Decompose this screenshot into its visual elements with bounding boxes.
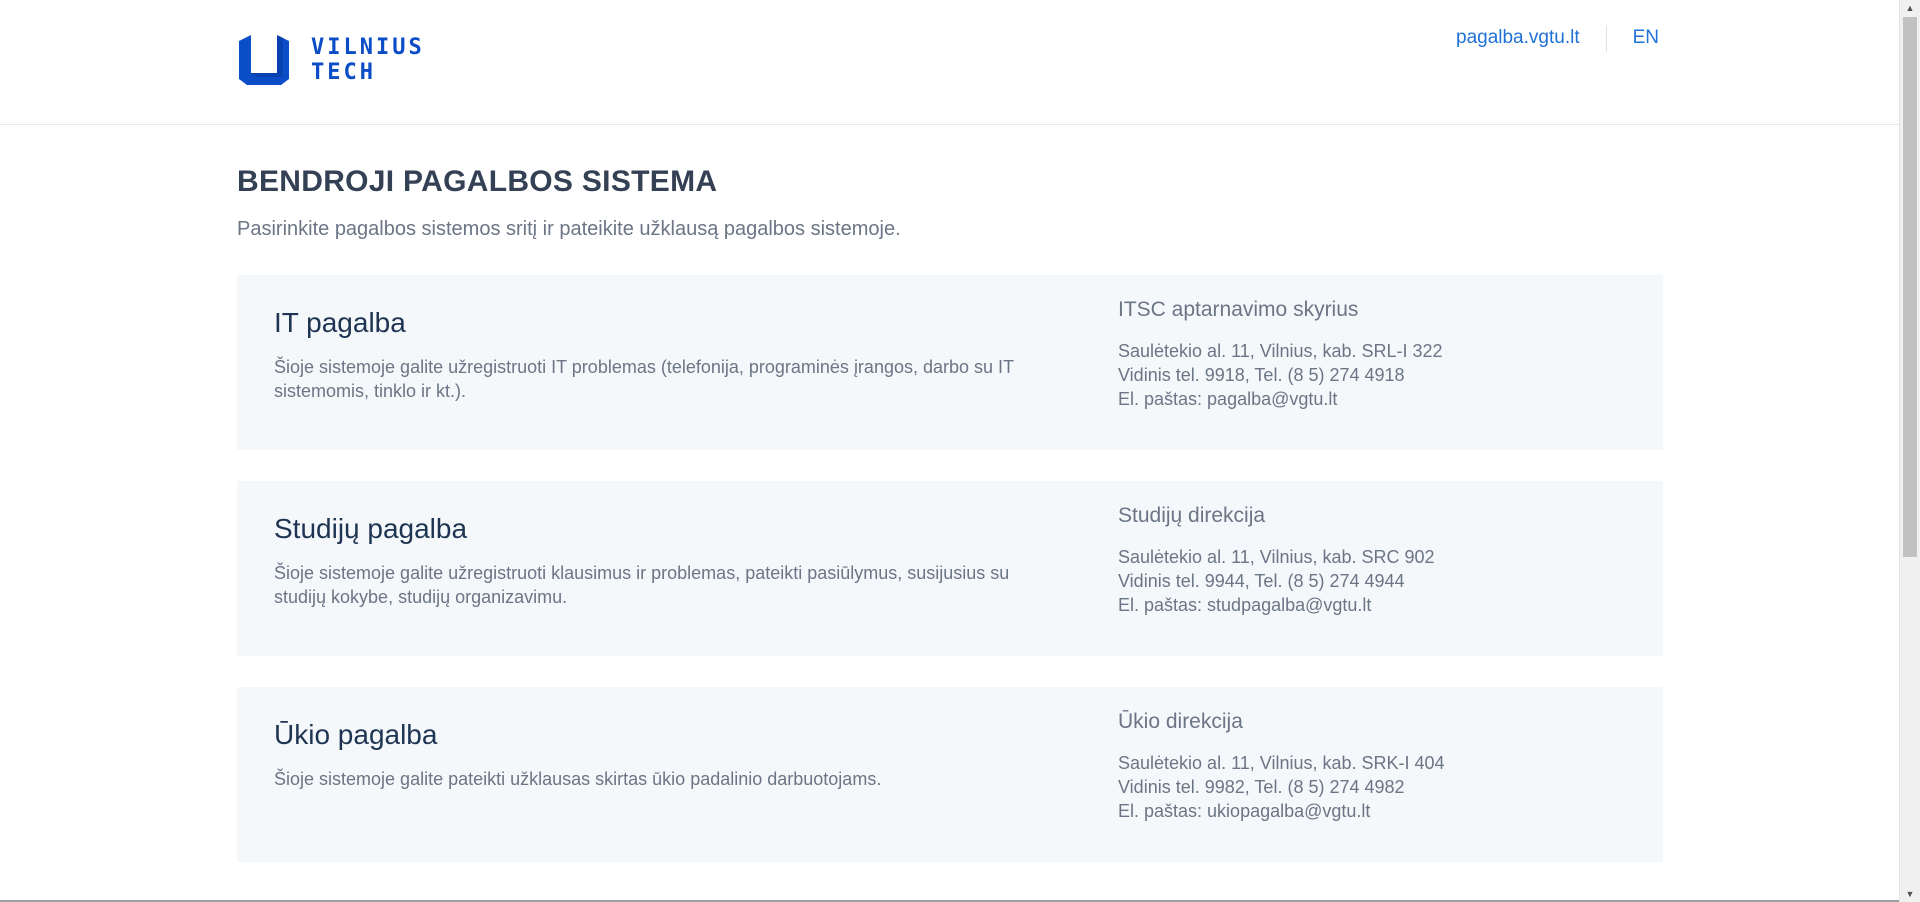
card-contact: Ūkio direkcija Saulėtekio al. 11, Vilniu… (1118, 709, 1618, 823)
home-link[interactable]: pagalba.vgtu.lt (1456, 27, 1580, 49)
chevron-down-icon[interactable]: ▼ (1900, 886, 1920, 902)
chevron-up-icon[interactable]: ▲ (1900, 0, 1920, 16)
card-contact: Studijų direkcija Saulėtekio al. 11, Vil… (1118, 503, 1618, 617)
language-switch-link[interactable]: EN (1633, 27, 1659, 49)
vilnius-tech-logo-icon (239, 35, 289, 85)
contact-department: Ūkio direkcija (1118, 710, 1243, 733)
card-title[interactable]: Studijų pagalba (274, 511, 1064, 547)
contact-email: El. paštas: pagalba@vgtu.lt (1118, 389, 1338, 409)
card-info: Studijų pagalba Šioje sistemoje galite u… (274, 511, 1064, 609)
card-description: Šioje sistemoje galite užregistruoti kla… (274, 563, 1010, 607)
card-title[interactable]: IT pagalba (274, 305, 1064, 341)
logo-wordmark: VILNIUS TECH (311, 35, 425, 85)
site-header: VILNIUS TECH pagalba.vgtu.lt EN (0, 0, 1900, 125)
nav-divider (1605, 24, 1607, 52)
logo-line-2: TECH (311, 60, 376, 85)
contact-phone: Vidinis tel. 9944, Tel. (8 5) 274 4944 (1118, 571, 1405, 591)
card-info: Ūkio pagalba Šioje sistemoje galite pate… (274, 717, 1064, 791)
contact-address: Saulėtekio al. 11, Vilnius, kab. SRC 902 (1118, 547, 1435, 567)
page-title: BENDROJI PAGALBOS SISTEMA (237, 165, 718, 198)
card-title[interactable]: Ūkio pagalba (274, 717, 1064, 753)
help-card-it[interactable]: IT pagalba Šioje sistemoje galite užregi… (237, 275, 1663, 450)
main-content: BENDROJI PAGALBOS SISTEMA Pasirinkite pa… (237, 124, 1663, 893)
contact-department: ITSC aptarnavimo skyrius (1118, 298, 1359, 321)
page-subtitle: Pasirinkite pagalbos sistemos sritį ir p… (237, 218, 901, 240)
contact-department: Studijų direkcija (1118, 504, 1266, 527)
logo-line-1: VILNIUS (311, 35, 425, 60)
page: VILNIUS TECH pagalba.vgtu.lt EN BENDROJI… (0, 0, 1900, 902)
help-areas-list: IT pagalba Šioje sistemoje galite užregi… (237, 275, 1663, 862)
card-contact: ITSC aptarnavimo skyrius Saulėtekio al. … (1118, 297, 1618, 411)
card-info: IT pagalba Šioje sistemoje galite užregi… (274, 305, 1064, 403)
logo-link[interactable]: VILNIUS TECH (237, 33, 425, 87)
scrollbar-thumb[interactable] (1903, 17, 1917, 557)
browser-viewport: VILNIUS TECH pagalba.vgtu.lt EN BENDROJI… (0, 0, 1920, 902)
help-card-facilities[interactable]: Ūkio pagalba Šioje sistemoje galite pate… (237, 687, 1663, 862)
card-description: Šioje sistemoje galite užregistruoti IT … (274, 357, 1014, 401)
help-card-studies[interactable]: Studijų pagalba Šioje sistemoje galite u… (237, 481, 1663, 656)
contact-address: Saulėtekio al. 11, Vilnius, kab. SRL-I 3… (1118, 341, 1443, 361)
contact-address: Saulėtekio al. 11, Vilnius, kab. SRK-I 4… (1118, 753, 1445, 773)
top-nav: pagalba.vgtu.lt EN (1456, 23, 1659, 53)
card-description: Šioje sistemoje galite pateikti užklausa… (274, 769, 882, 789)
contact-email: El. paštas: studpagalba@vgtu.lt (1118, 595, 1372, 615)
vertical-scrollbar[interactable]: ▲ ▼ (1899, 0, 1920, 902)
contact-phone: Vidinis tel. 9982, Tel. (8 5) 274 4982 (1118, 777, 1405, 797)
contact-phone: Vidinis tel. 9918, Tel. (8 5) 274 4918 (1118, 365, 1405, 385)
contact-email: El. paštas: ukiopagalba@vgtu.lt (1118, 801, 1371, 821)
